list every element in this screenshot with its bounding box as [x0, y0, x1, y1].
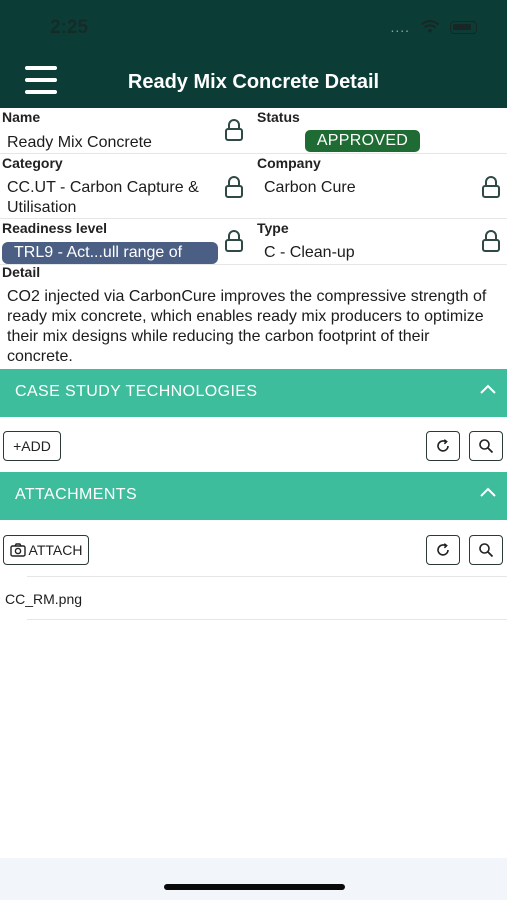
search-button[interactable] [469, 535, 503, 565]
battery-icon [450, 20, 477, 34]
attach-button[interactable]: ATTACH [3, 535, 89, 565]
lock-icon [482, 176, 500, 198]
chevron-up-icon[interactable] [479, 486, 497, 498]
type-label: Type [257, 220, 289, 236]
signal-dots: .... [390, 19, 410, 35]
status-label: Status [257, 109, 300, 125]
camera-icon [9, 543, 26, 557]
field-detail: Detail CO2 injected via CarbonCure impro… [0, 263, 507, 369]
app-header: 2:25 .... Ready Mix Concrete Detail [0, 0, 507, 108]
attachment-item[interactable]: CC_RM.png [5, 591, 82, 607]
search-button[interactable] [469, 431, 503, 461]
status-bar: 2:25 .... [0, 0, 507, 52]
readiness-badge[interactable]: TRL9 - Act...ull range of [2, 242, 218, 264]
attach-label: ATTACH [28, 542, 83, 558]
divider [27, 619, 507, 620]
wifi-icon [420, 20, 440, 33]
detail-value: CO2 injected via CarbonCure improves the… [7, 288, 487, 365]
lock-icon [225, 119, 243, 141]
status-time: 2:25 [50, 17, 89, 38]
bottom-safe-area [0, 858, 507, 900]
page-title: Ready Mix Concrete Detail [127, 71, 380, 93]
refresh-icon [437, 543, 449, 556]
category-label: Category [2, 155, 63, 171]
case-study-title: CASE STUDY TECHNOLOGIES [15, 383, 258, 400]
chevron-up-icon[interactable] [479, 383, 497, 395]
field-readiness: Readiness level TRL9 - Act...ull range o… [0, 219, 253, 265]
field-category: Category CC.UT - Carbon Capture & Utilis… [0, 154, 253, 219]
lock-icon [225, 176, 243, 198]
refresh-button[interactable] [426, 535, 460, 565]
type-value[interactable]: C - Clean-up [264, 243, 355, 263]
company-value[interactable]: Carbon Cure [264, 178, 356, 198]
search-icon [479, 439, 494, 454]
attachments-section-header[interactable]: ATTACHMENTS [0, 472, 507, 520]
category-value[interactable]: CC.UT - Carbon Capture & Utilisation [7, 178, 222, 218]
nav-bar: Ready Mix Concrete Detail [0, 60, 507, 104]
field-company: Company Carbon Cure [253, 154, 507, 219]
lock-icon [482, 230, 500, 252]
name-label: Name [2, 109, 41, 125]
field-status: Status APPROVED [253, 108, 507, 154]
status-badge: APPROVED [305, 130, 420, 152]
name-value[interactable]: Ready Mix Concrete [7, 133, 152, 153]
attachments-title: ATTACHMENTS [15, 486, 138, 503]
detail-label: Detail [2, 264, 41, 280]
readiness-label: Readiness level [2, 220, 108, 236]
field-name: Name Ready Mix Concrete [0, 108, 253, 154]
lock-icon [225, 230, 243, 252]
company-label: Company [257, 155, 321, 171]
search-icon [479, 543, 494, 558]
case-study-section-header[interactable]: CASE STUDY TECHNOLOGIES [0, 369, 507, 417]
field-type: Type C - Clean-up [253, 219, 507, 265]
add-button[interactable]: +ADD [3, 431, 61, 461]
refresh-button[interactable] [426, 431, 460, 461]
refresh-icon [437, 439, 449, 452]
home-indicator[interactable] [164, 884, 345, 890]
status-icons: .... [390, 19, 477, 35]
divider [27, 576, 507, 577]
